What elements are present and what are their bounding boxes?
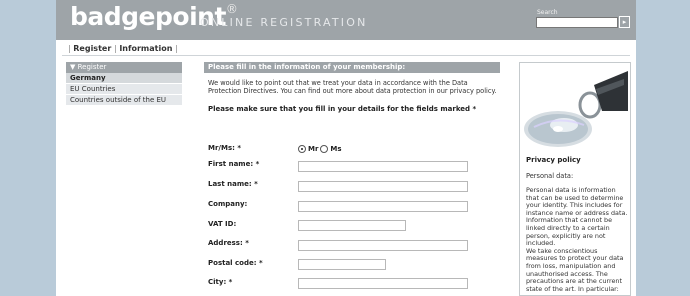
form-heading: Please fill in the information of your m… bbox=[204, 62, 500, 73]
search-input[interactable] bbox=[536, 17, 618, 28]
privacy-body-2: We take conscientious measures to protec… bbox=[526, 246, 624, 293]
postal-code-input[interactable] bbox=[298, 259, 386, 270]
intro-text: We would like to point out that we treat… bbox=[208, 79, 497, 95]
company-label: Company: bbox=[208, 200, 248, 208]
required-notice: Please make sure that you fill in your d… bbox=[208, 105, 477, 113]
sidebar-item-outside-eu[interactable]: Countries outside of the EU bbox=[66, 95, 182, 106]
top-nav: | Register | Information | bbox=[68, 44, 178, 53]
privacy-subtitle: Personal data: bbox=[526, 172, 574, 180]
privacy-panel: Privacy policy Personal data: Personal d… bbox=[519, 62, 631, 296]
privacy-title: Privacy policy bbox=[526, 156, 581, 164]
first-name-input[interactable] bbox=[298, 161, 468, 172]
sidebar-heading[interactable]: ▼ Register bbox=[66, 62, 182, 73]
radio-mr[interactable] bbox=[298, 145, 306, 153]
search-button[interactable]: ▸ bbox=[619, 16, 630, 28]
cd-key-image bbox=[524, 67, 628, 149]
address-input[interactable] bbox=[298, 240, 468, 251]
address-label: Address: * bbox=[208, 239, 249, 247]
nav-register[interactable]: Register bbox=[73, 44, 111, 53]
radio-mr-label: Mr bbox=[308, 145, 319, 153]
first-name-label: First name: * bbox=[208, 160, 260, 168]
nav-information[interactable]: Information bbox=[119, 44, 172, 53]
registration-form: Please fill in the information of your m… bbox=[204, 62, 500, 289]
sidebar-item-eu-countries[interactable]: EU Countries bbox=[66, 84, 182, 95]
tagline: ONLINE REGISTRATION bbox=[200, 16, 368, 29]
vat-id-label: VAT ID: bbox=[208, 220, 237, 228]
company-input[interactable] bbox=[298, 201, 468, 212]
sidebar-item-germany[interactable]: Germany bbox=[66, 73, 182, 84]
city-label: City: * bbox=[208, 278, 233, 286]
divider bbox=[62, 55, 630, 56]
search-label: Search bbox=[537, 9, 558, 16]
last-name-input[interactable] bbox=[298, 181, 468, 192]
postal-code-label: Postal code: * bbox=[208, 259, 263, 267]
salutation-radio-group: Mr Ms bbox=[298, 145, 342, 153]
vat-id-input[interactable] bbox=[298, 220, 406, 231]
radio-ms-label: Ms bbox=[330, 145, 342, 153]
last-name-label: Last name: * bbox=[208, 180, 258, 188]
privacy-body: Personal data is information that can be… bbox=[526, 186, 630, 293]
salutation-label: Mr/Ms: * bbox=[208, 144, 242, 152]
header: badgepoint® ONLINE REGISTRATION Search ▸ bbox=[56, 0, 636, 40]
sidebar: ▼ Register Germany EU Countries Countrie… bbox=[66, 62, 182, 106]
registered-mark: ® bbox=[225, 2, 238, 16]
radio-ms[interactable] bbox=[320, 145, 329, 153]
page-frame: badgepoint® ONLINE REGISTRATION Search ▸… bbox=[56, 0, 636, 296]
city-input[interactable] bbox=[298, 278, 468, 289]
privacy-body-1: Personal data is information that can be… bbox=[526, 186, 628, 248]
